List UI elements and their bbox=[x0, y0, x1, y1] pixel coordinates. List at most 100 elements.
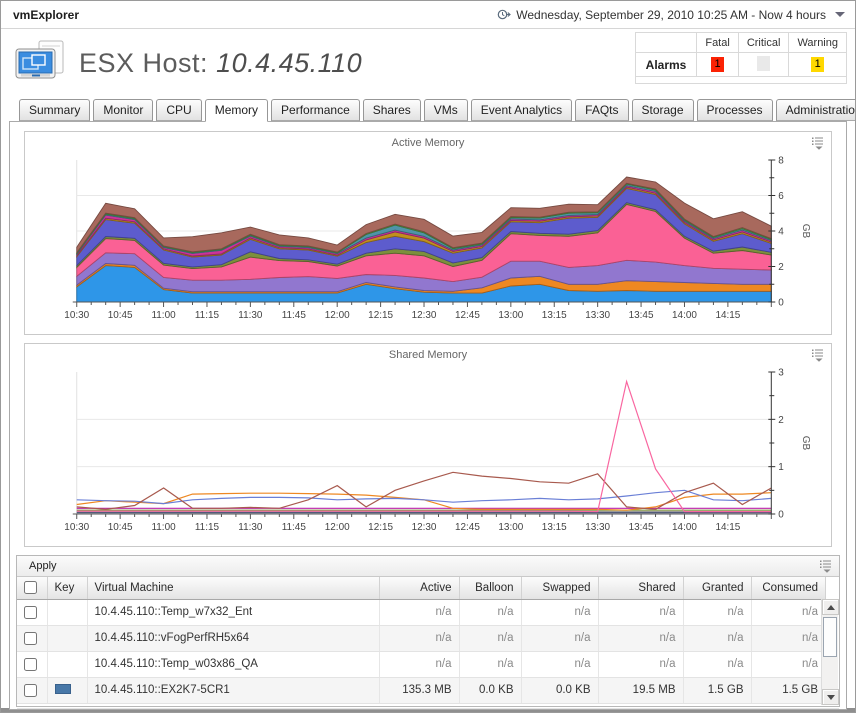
swapped-cell: n/a bbox=[521, 625, 598, 651]
svg-text:11:00: 11:00 bbox=[151, 522, 176, 533]
vm-name-cell: 10.4.45.110::vFogPerfRH5x64 bbox=[87, 625, 379, 651]
svg-text:1: 1 bbox=[778, 462, 784, 473]
alarm-col-warning: Warning bbox=[789, 33, 847, 53]
table-row[interactable]: 10.4.45.110::EX2K7-5CR1135.3 MB0.0 KB0.0… bbox=[17, 677, 826, 703]
granted-cell: n/a bbox=[683, 625, 751, 651]
svg-text:13:45: 13:45 bbox=[629, 310, 654, 321]
key-cell bbox=[47, 625, 87, 651]
tab-processes[interactable]: Processes bbox=[697, 99, 773, 121]
tab-vms[interactable]: VMs bbox=[424, 99, 468, 121]
consumed-cell: n/a bbox=[751, 625, 826, 651]
tab-memory[interactable]: Memory bbox=[205, 99, 268, 122]
tab-storage[interactable]: Storage bbox=[632, 99, 694, 121]
svg-text:12:00: 12:00 bbox=[325, 310, 350, 321]
time-range-control[interactable]: Wednesday, September 29, 2010 10:25 AM -… bbox=[497, 8, 845, 22]
consumed-cell: n/a bbox=[751, 651, 826, 677]
tab-monitor[interactable]: Monitor bbox=[93, 99, 153, 121]
row-checkbox[interactable] bbox=[24, 632, 37, 645]
time-range-caret-icon bbox=[835, 12, 845, 17]
svg-text:4: 4 bbox=[778, 226, 784, 237]
alarm-count-critical[interactable] bbox=[757, 56, 770, 71]
svg-text:8: 8 bbox=[778, 155, 784, 166]
memory-tab-panel: Active Memory 10:3010:4511:0011:1511:301… bbox=[9, 121, 847, 710]
scroll-down-button[interactable] bbox=[822, 689, 839, 705]
app-title: vmExplorer bbox=[13, 8, 79, 22]
table-row[interactable]: 10.4.45.110::vFogPerfRH5x64n/an/an/an/an… bbox=[17, 625, 826, 651]
alarm-col-critical: Critical bbox=[738, 33, 789, 53]
select-all-checkbox[interactable] bbox=[24, 581, 37, 594]
tab-faqts[interactable]: FAQts bbox=[575, 99, 628, 121]
col-swapped[interactable]: Swapped bbox=[521, 577, 598, 599]
tab-cpu[interactable]: CPU bbox=[156, 99, 201, 121]
svg-text:12:15: 12:15 bbox=[368, 522, 393, 533]
col-key[interactable]: Key bbox=[47, 577, 87, 599]
svg-text:12:45: 12:45 bbox=[455, 522, 480, 533]
table-menu-icon[interactable] bbox=[819, 559, 833, 573]
row-checkbox[interactable] bbox=[24, 658, 37, 671]
active-cell: n/a bbox=[379, 651, 459, 677]
svg-text:10:45: 10:45 bbox=[108, 310, 133, 321]
key-swatch bbox=[55, 684, 71, 694]
row-checkbox[interactable] bbox=[24, 606, 37, 619]
scroll-thumb[interactable] bbox=[823, 617, 837, 657]
tab-administration[interactable]: Administration bbox=[776, 99, 856, 121]
vm-table-header-row: KeyVirtual MachineActiveBalloonSwappedSh… bbox=[17, 577, 826, 599]
host-header: ESX Host: 10.4.45.110 Fatal Critical War… bbox=[1, 29, 855, 91]
arrow-down-icon bbox=[827, 695, 835, 700]
balloon-cell: n/a bbox=[459, 651, 521, 677]
vm-name-cell: 10.4.45.110::Temp_w7x32_Ent bbox=[87, 599, 379, 625]
scroll-up-button[interactable] bbox=[822, 599, 839, 615]
col-consumed[interactable]: Consumed bbox=[751, 577, 826, 599]
table-row[interactable]: 10.4.45.110::Temp_w03x86_QAn/an/an/an/an… bbox=[17, 651, 826, 677]
granted-cell: n/a bbox=[683, 599, 751, 625]
shared-memory-chart: Shared Memory 10:3010:4511:0011:1511:301… bbox=[24, 343, 832, 547]
tab-summary[interactable]: Summary bbox=[19, 99, 90, 121]
svg-text:14:00: 14:00 bbox=[672, 310, 697, 321]
svg-text:11:45: 11:45 bbox=[282, 522, 307, 533]
vm-table-toolbar: Apply bbox=[17, 556, 839, 577]
svg-text:11:15: 11:15 bbox=[195, 310, 220, 321]
host-icon bbox=[15, 40, 67, 86]
vm-table: KeyVirtual MachineActiveBalloonSwappedSh… bbox=[17, 577, 826, 704]
svg-text:10:30: 10:30 bbox=[64, 310, 89, 321]
svg-text:2: 2 bbox=[778, 262, 784, 273]
svg-text:14:15: 14:15 bbox=[715, 522, 740, 533]
chart-menu-icon[interactable] bbox=[811, 348, 825, 362]
table-row[interactable]: 10.4.45.110::Temp_w7x32_Entn/an/an/an/an… bbox=[17, 599, 826, 625]
col-shared[interactable]: Shared bbox=[598, 577, 683, 599]
key-cell bbox=[47, 599, 87, 625]
col-virtual-machine[interactable]: Virtual Machine bbox=[87, 577, 379, 599]
col-active[interactable]: Active bbox=[379, 577, 459, 599]
shared-memory-plot: 10:3010:4511:0011:1511:3011:4512:0012:15… bbox=[25, 366, 831, 546]
col-balloon[interactable]: Balloon bbox=[459, 577, 521, 599]
alarm-count-warning[interactable]: 1 bbox=[811, 57, 824, 72]
alarm-count-fatal[interactable]: 1 bbox=[711, 57, 724, 72]
chart-menu-icon[interactable] bbox=[811, 136, 825, 150]
svg-text:13:15: 13:15 bbox=[542, 310, 567, 321]
vertical-scrollbar[interactable] bbox=[821, 599, 838, 705]
svg-text:11:30: 11:30 bbox=[238, 522, 263, 533]
shared-cell: n/a bbox=[598, 625, 683, 651]
svg-text:12:00: 12:00 bbox=[325, 522, 350, 533]
svg-text:13:30: 13:30 bbox=[585, 522, 610, 533]
tab-event-analytics[interactable]: Event Analytics bbox=[471, 99, 572, 121]
svg-text:0: 0 bbox=[778, 297, 784, 308]
balloon-cell: 0.0 KB bbox=[459, 677, 521, 703]
svg-text:14:00: 14:00 bbox=[672, 522, 697, 533]
checkbox-cell bbox=[17, 625, 47, 651]
shared-cell: n/a bbox=[598, 651, 683, 677]
svg-text:10:45: 10:45 bbox=[108, 522, 133, 533]
svg-text:0: 0 bbox=[778, 509, 784, 520]
row-checkbox[interactable] bbox=[24, 684, 37, 697]
col-granted[interactable]: Granted bbox=[683, 577, 751, 599]
checkbox-cell bbox=[17, 599, 47, 625]
vm-name-cell: 10.4.45.110::Temp_w03x86_QA bbox=[87, 651, 379, 677]
shared-cell: 19.5 MB bbox=[598, 677, 683, 703]
svg-text:11:15: 11:15 bbox=[195, 522, 220, 533]
apply-button[interactable]: Apply bbox=[29, 560, 57, 572]
tab-shares[interactable]: Shares bbox=[363, 99, 421, 121]
svg-text:13:15: 13:15 bbox=[542, 522, 567, 533]
page-title: ESX Host: 10.4.45.110 bbox=[79, 48, 362, 79]
tab-performance[interactable]: Performance bbox=[271, 99, 360, 121]
consumed-cell: n/a bbox=[751, 599, 826, 625]
